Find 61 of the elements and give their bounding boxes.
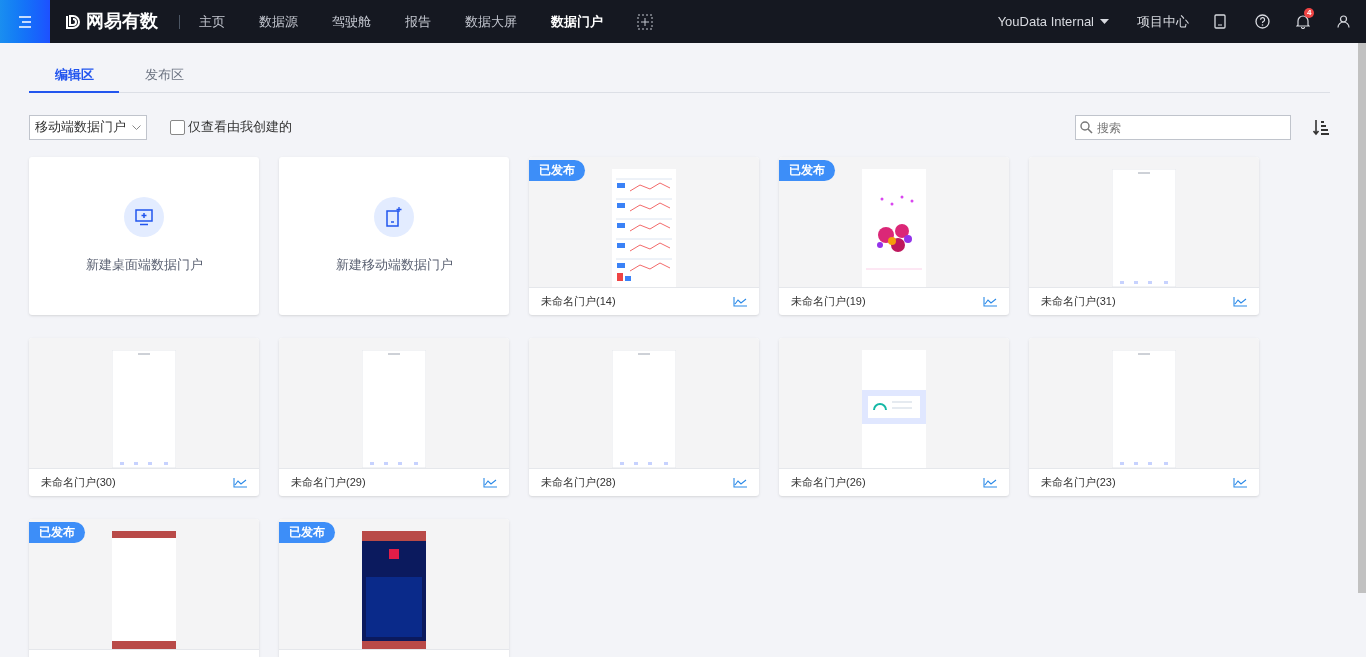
published-badge: 已发布 xyxy=(29,522,85,543)
mobile-device-icon[interactable] xyxy=(1214,14,1226,29)
sort-icon[interactable] xyxy=(1313,118,1330,136)
line-chart-icon[interactable] xyxy=(1233,296,1247,307)
line-chart-icon[interactable] xyxy=(983,477,997,488)
published-badge: 已发布 xyxy=(529,160,585,181)
portal-card[interactable]: 已发布 未命名门户(14) xyxy=(529,157,759,315)
portal-title: 未命名门户(26) xyxy=(791,475,866,491)
nav-link[interactable]: 数据大屏 xyxy=(465,11,517,32)
nav-link[interactable]: 主页 xyxy=(199,11,225,32)
line-chart-icon[interactable] xyxy=(733,477,747,488)
search-field[interactable]: 搜索 xyxy=(1075,115,1291,140)
user-icon[interactable] xyxy=(1337,15,1350,28)
scrollbar[interactable] xyxy=(1358,43,1366,593)
line-chart-icon[interactable] xyxy=(233,477,247,488)
checkbox[interactable] xyxy=(170,119,185,135)
project-center-link[interactable]: 项目中心 xyxy=(1137,11,1189,32)
notification-count-badge: 4 xyxy=(1304,8,1315,18)
search-icon xyxy=(1080,120,1093,134)
workspace-dropdown[interactable]: YouData Internal xyxy=(997,11,1109,32)
nav-link[interactable]: 数据门户 xyxy=(551,11,603,32)
menu-button[interactable] xyxy=(0,0,50,43)
logo-text: 网易有数 xyxy=(86,10,158,33)
line-chart-icon[interactable] xyxy=(483,477,497,488)
portal-title: 未命名门户(14) xyxy=(541,294,616,310)
create-portal-card[interactable]: 新建桌面端数据门户 xyxy=(29,157,259,315)
nav-link[interactable]: 报告 xyxy=(405,11,431,32)
line-chart-icon[interactable] xyxy=(983,296,997,307)
portal-title: 未命名门户(31) xyxy=(1041,294,1116,310)
create-portal-card[interactable]: 新建移动端数据门户 xyxy=(279,157,509,315)
chevron-down-icon xyxy=(132,124,141,130)
checkbox-label: 仅查看由我创建的 xyxy=(188,118,292,137)
portal-card[interactable]: 未命名门户(30) xyxy=(29,338,259,496)
tab[interactable]: 发布区 xyxy=(119,58,209,93)
portal-card[interactable]: 已发布 未命名门户(19) xyxy=(779,157,1009,315)
menu-icon xyxy=(17,14,33,29)
portal-title: 未命名门户(23) xyxy=(1041,475,1116,491)
portal-title: 未命名门户(30) xyxy=(41,475,116,491)
caret-icon xyxy=(1100,19,1109,24)
add-icon[interactable] xyxy=(637,13,653,30)
published-badge: 已发布 xyxy=(279,522,335,543)
published-badge: 已发布 xyxy=(779,160,835,181)
portal-card[interactable]: 未命名门户(23) xyxy=(1029,338,1259,496)
portal-card[interactable]: 未命名门户(28) xyxy=(529,338,759,496)
line-chart-icon[interactable] xyxy=(733,296,747,307)
notification-bell-icon[interactable] xyxy=(1296,14,1310,29)
tab[interactable]: 编辑区 xyxy=(29,58,119,93)
logo-icon xyxy=(64,12,82,31)
phone-plus-icon xyxy=(374,197,414,238)
portal-title: 未命名门户(29) xyxy=(291,475,366,491)
portal-type-select[interactable]: 移动端数据门户 xyxy=(29,114,147,140)
line-chart-icon[interactable] xyxy=(1233,477,1247,488)
nav-link[interactable]: 数据源 xyxy=(259,11,298,32)
portal-card[interactable]: 未命名门户(31) xyxy=(1029,157,1259,315)
nav-link[interactable]: 驾驶舱 xyxy=(332,11,371,32)
portal-card[interactable]: 未命名门户(26) xyxy=(779,338,1009,496)
monitor-plus-icon xyxy=(124,197,164,238)
help-icon[interactable] xyxy=(1255,14,1270,29)
portal-title: 未命名门户(19) xyxy=(791,294,866,310)
portal-card[interactable]: 未命名门户(29) xyxy=(279,338,509,496)
portal-title: 未命名门户(28) xyxy=(541,475,616,491)
